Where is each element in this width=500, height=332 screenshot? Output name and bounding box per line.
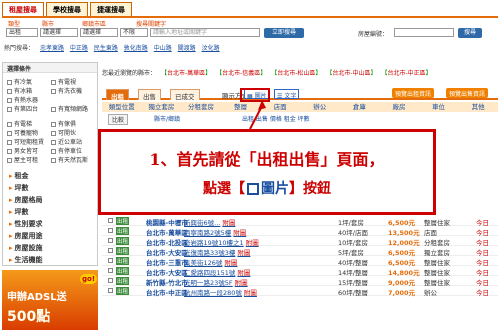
callout-arrow <box>249 100 266 130</box>
